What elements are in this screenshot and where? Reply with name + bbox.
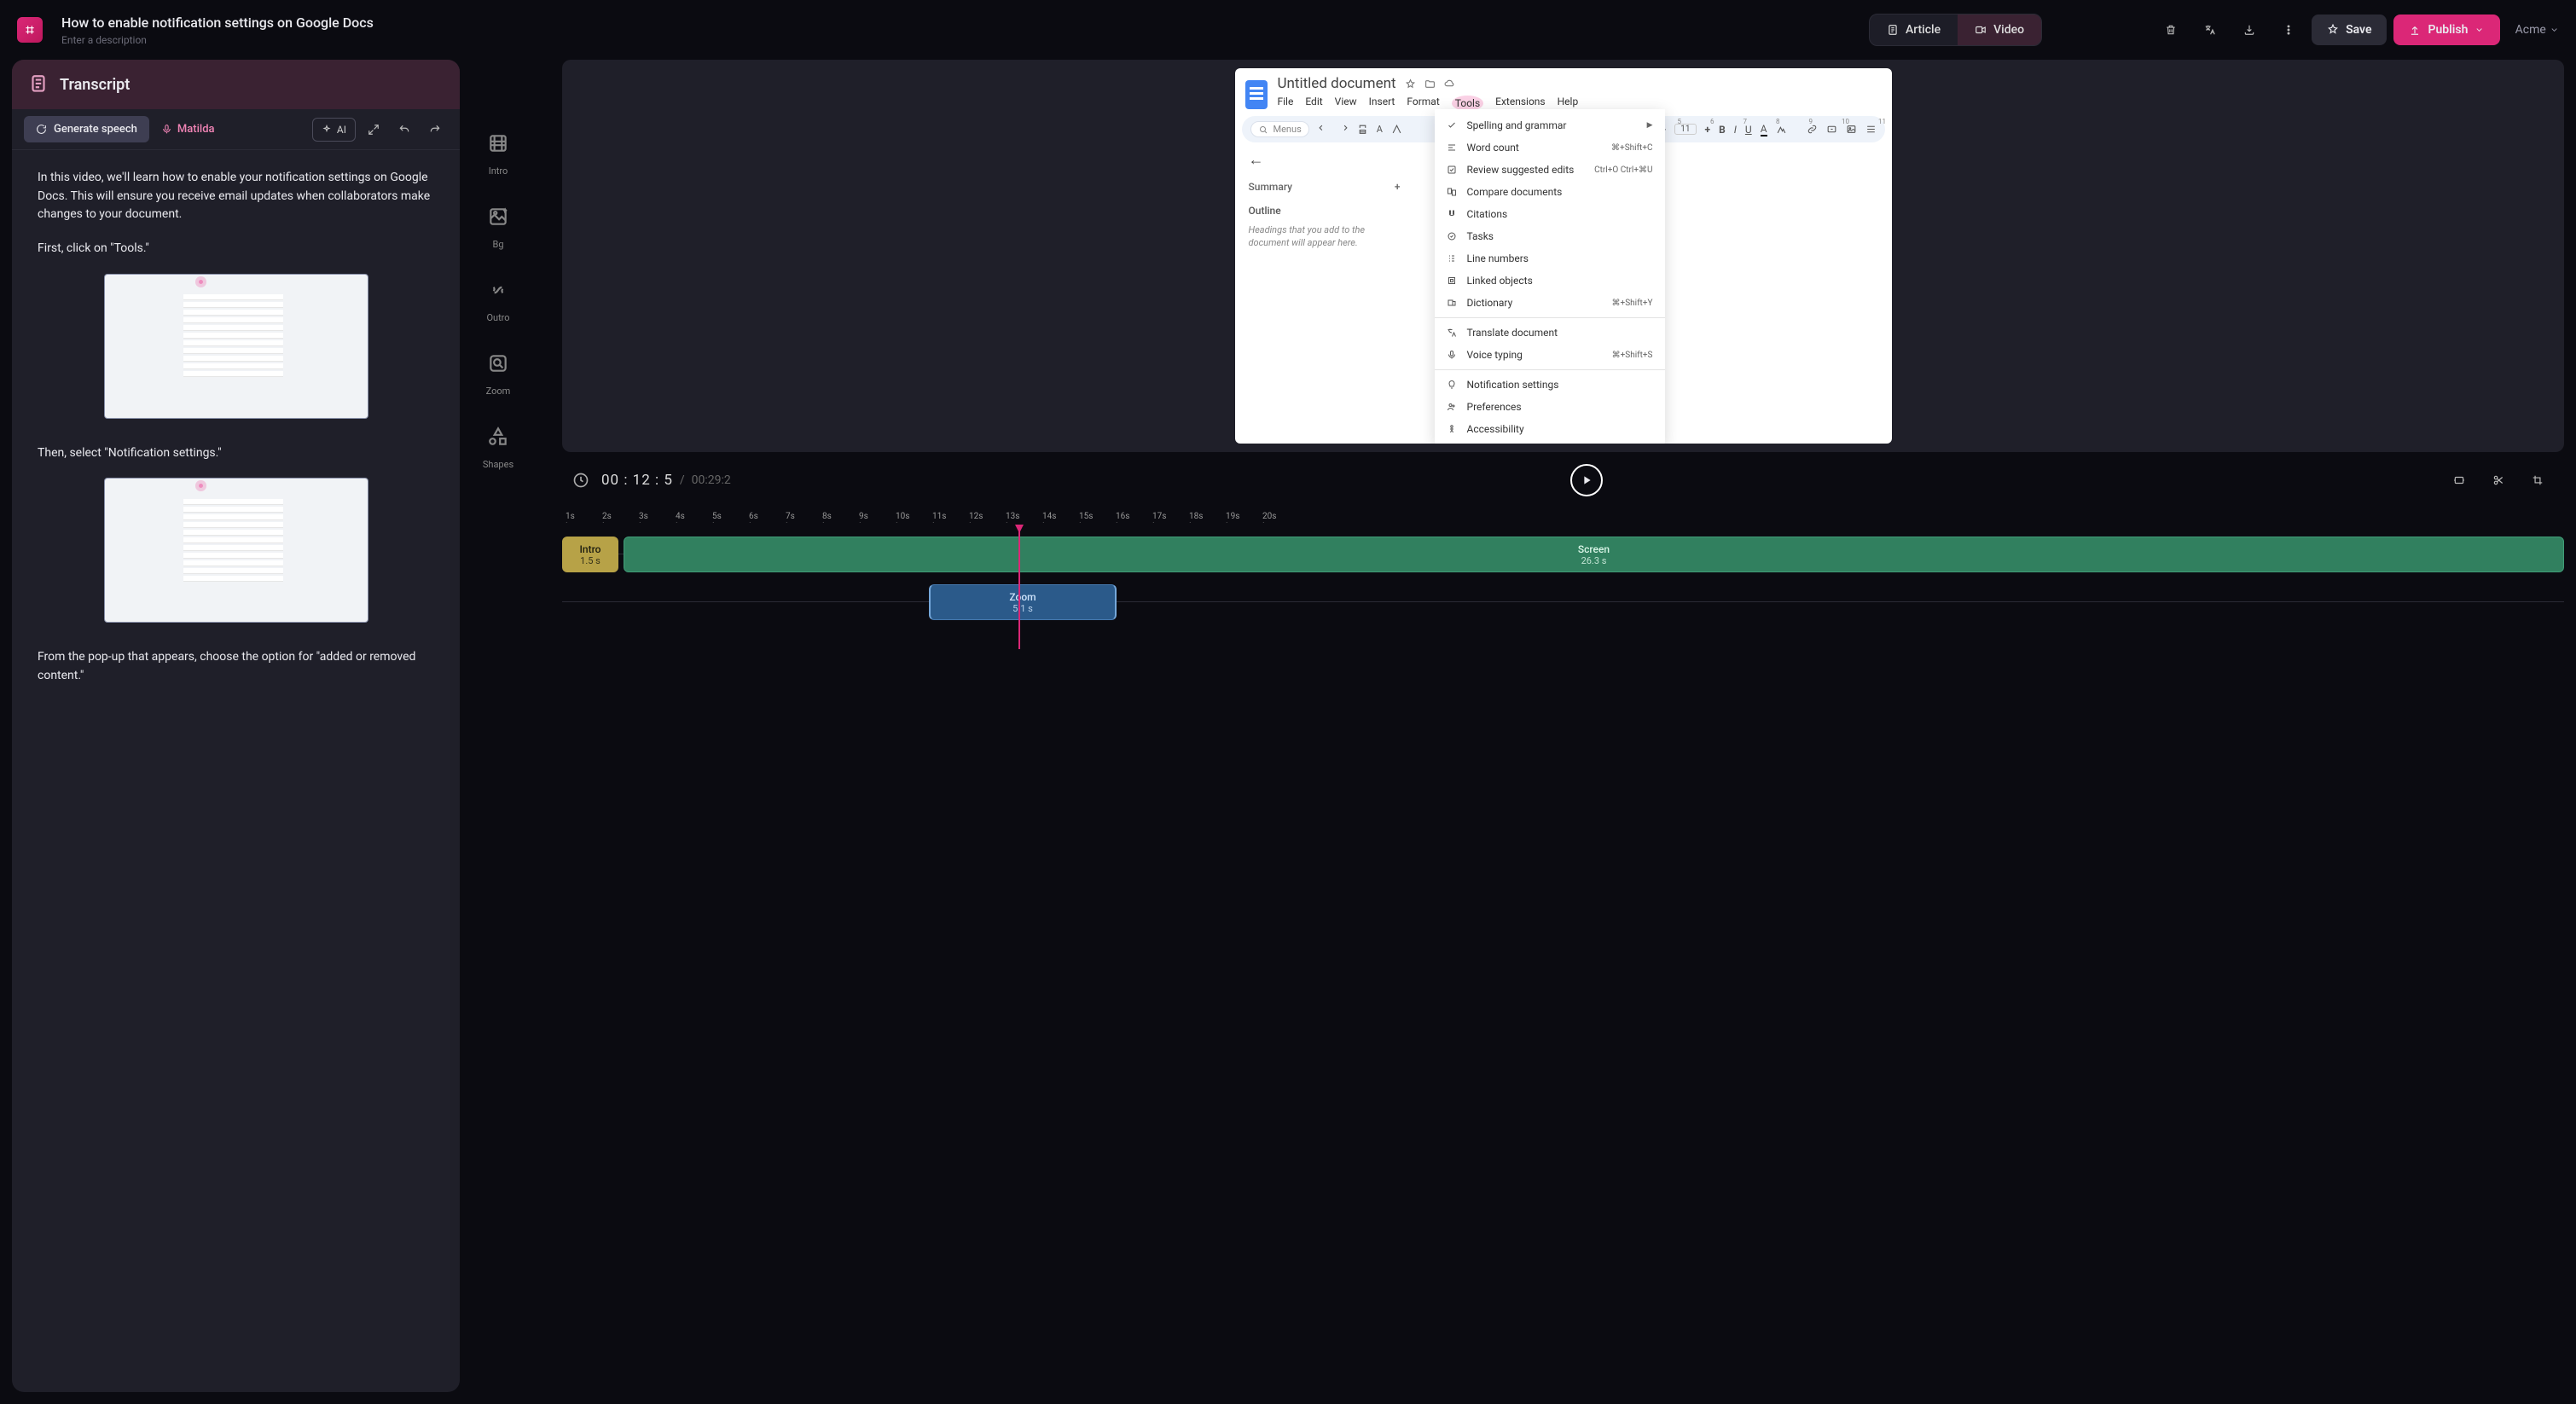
transcript-panel: Transcript Generate speech Matilda AI [12, 60, 460, 1392]
folder-move-icon [1424, 78, 1436, 90]
mode-video[interactable]: Video [1958, 15, 2041, 45]
dropdown-item: Compare documents [1435, 181, 1665, 203]
redo-button[interactable] [422, 117, 448, 142]
crop-button[interactable] [2521, 464, 2554, 496]
generate-speech-button[interactable]: Generate speech [24, 116, 149, 142]
tools-dropdown: Spelling and grammar▶Word count⌘+Shift+C… [1435, 109, 1665, 444]
current-time: 00 : 12 : 5 [601, 472, 673, 489]
dropdown-item: Word count⌘+Shift+C [1435, 136, 1665, 159]
clip-zoom[interactable]: Zoom 5.1 s [929, 584, 1117, 620]
transcript-step[interactable]: First, click on "Tools." [38, 240, 434, 258]
delete-button[interactable] [2155, 14, 2187, 46]
dropdown-item: Linked objects [1435, 270, 1665, 292]
step-thumbnail[interactable] [104, 478, 368, 623]
google-docs-logo-icon [1245, 80, 1268, 109]
gd-menu-item: Edit [1305, 96, 1322, 111]
transcript-body[interactable]: In this video, we'll learn how to enable… [12, 150, 460, 720]
preview-canvas[interactable]: Untitled document FileEditViewInsertForm… [1235, 68, 1892, 444]
clip-intro[interactable]: Intro 1.5 s [562, 537, 618, 572]
transcript-step[interactable]: In this video, we'll learn how to enable… [38, 169, 434, 224]
outline-hint: Headings that you add to the document wi… [1249, 223, 1401, 250]
dropdown-item: Citations [1435, 203, 1665, 225]
translate-button[interactable] [2194, 14, 2226, 46]
outro-icon [487, 279, 509, 307]
dropdown-item: Accessibility [1435, 418, 1665, 440]
shapes-icon [487, 426, 509, 454]
download-button[interactable] [2233, 14, 2266, 46]
playhead[interactable] [1018, 530, 1020, 649]
transcript-header: Transcript [12, 60, 460, 109]
total-duration: 00:29:2 [692, 473, 731, 487]
undo-button[interactable] [392, 117, 417, 142]
transcript-title: Transcript [60, 76, 130, 94]
tool-outro[interactable]: Outro [468, 266, 528, 336]
dropdown-item: Dictionary⌘+Shift+Y [1435, 292, 1665, 314]
zoom-icon [487, 352, 509, 380]
dropdown-item: Tasks [1435, 225, 1665, 247]
tool-shapes[interactable]: Shapes [468, 413, 528, 483]
app-logo[interactable] [17, 17, 43, 43]
workspace-switcher[interactable]: Acme [2515, 23, 2559, 37]
clip-screen[interactable]: Screen 26.3 s [624, 537, 2564, 572]
timeline-ruler: 1s2s3s4s5s6s7s8s9s10s11s12s13s14s15s16s1… [562, 512, 2564, 530]
preview-area: Untitled document FileEditViewInsertForm… [562, 60, 2564, 452]
split-button[interactable] [2482, 464, 2515, 496]
dropdown-item: Translate document [1435, 322, 1665, 344]
guide-description[interactable]: Enter a description [61, 34, 1859, 46]
gd-menu-item: File [1278, 96, 1294, 111]
player-controls: 00 : 12 : 5 / 00:29:2 [562, 459, 2564, 502]
expand-button[interactable] [361, 117, 386, 142]
dropdown-item: Line numbers [1435, 247, 1665, 270]
add-summary-icon: + [1395, 181, 1401, 193]
star-icon [1405, 78, 1416, 90]
timeline[interactable]: 1s2s3s4s5s6s7s8s9s10s11s12s13s14s15s16s1… [562, 508, 2564, 1392]
cloud-saved-icon [1444, 78, 1455, 90]
history-icon[interactable] [572, 472, 589, 489]
tool-strip: IntroBgOutroZoomShapes [460, 60, 537, 1392]
more-menu-button[interactable] [2272, 14, 2305, 46]
fit-button[interactable] [2443, 464, 2475, 496]
mode-switch: Article Video [1869, 14, 2042, 46]
voice-selector[interactable]: Matilda [161, 123, 215, 136]
outline-label: Outline [1249, 205, 1401, 217]
transcript-step[interactable]: Then, select "Notification settings." [38, 444, 434, 463]
dropdown-item: Voice typing⌘+Shift+S [1435, 344, 1665, 366]
save-button[interactable]: Save [2312, 15, 2387, 45]
tool-zoom[interactable]: Zoom [468, 339, 528, 409]
dropdown-item: Preferences [1435, 396, 1665, 418]
step-thumbnail[interactable] [104, 274, 368, 419]
dropdown-item: Spelling and grammar▶ [1435, 114, 1665, 136]
bg-icon [487, 206, 509, 234]
transcript-step[interactable]: From the pop-up that appears, choose the… [38, 648, 434, 685]
tool-intro[interactable]: Intro [468, 119, 528, 189]
publish-button[interactable]: Publish [2393, 15, 2499, 45]
top-bar: How to enable notification settings on G… [0, 0, 2576, 60]
doc-title: Untitled document [1278, 75, 1396, 92]
ai-button[interactable]: AI [312, 118, 356, 142]
mode-article[interactable]: Article [1870, 15, 1958, 45]
summary-label: Summary [1249, 181, 1293, 193]
guide-title[interactable]: How to enable notification settings on G… [61, 15, 1859, 31]
dropdown-item: Notification settings [1435, 374, 1665, 396]
gd-menu-item: Insert [1369, 96, 1395, 111]
dropdown-item: Review suggested editsCtrl+O Ctrl+⌘U [1435, 159, 1665, 181]
back-arrow-icon: ← [1249, 151, 1401, 169]
tool-bg[interactable]: Bg [468, 193, 528, 263]
menu-search: Menus [1250, 121, 1309, 137]
play-button[interactable] [1570, 464, 1603, 496]
intro-icon [487, 132, 509, 160]
gd-menu-item: View [1335, 96, 1357, 111]
